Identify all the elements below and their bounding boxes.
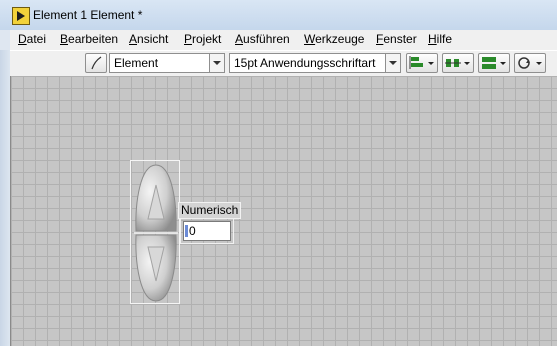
left-strip [0,50,10,346]
text-cursor [185,225,188,237]
numeric-stepper[interactable] [134,163,178,303]
menu-bearbeiten[interactable]: Bearbeiten [60,32,118,46]
font-dropdown[interactable]: 15pt Anwendungsschriftart [229,53,401,73]
resize-objects-button[interactable] [478,53,510,73]
color-tool-button[interactable] [85,53,107,73]
labview-app-icon[interactable] [12,7,30,25]
chevron-down-icon [385,54,400,72]
front-panel-canvas[interactable] [10,76,557,346]
toolbar: Element 15pt Anwendungsschriftart [10,50,557,76]
align-objects-button[interactable] [406,53,438,73]
font-dropdown-value: 15pt Anwendungsschriftart [234,56,376,70]
resize-objects-icon [482,57,506,69]
menu-ausfuehren[interactable]: Ausführen [235,32,290,46]
reorder-icon [518,57,542,69]
numeric-input[interactable]: 0 [183,221,231,241]
align-objects-icon [409,56,434,69]
control-label[interactable]: Numerisch [178,202,241,219]
brush-icon [91,56,102,70]
menu-projekt[interactable]: Projekt [184,32,221,46]
menu-datei[interactable]: Datei [18,32,46,46]
menu-hilfe[interactable]: Hilfe [428,32,452,46]
window-title: Element 1 Element * [33,8,143,22]
title-bar: Element 1 Element * [0,0,557,31]
element-dropdown[interactable]: Element [109,53,225,73]
menu-fenster[interactable]: Fenster [376,32,417,46]
distribute-objects-button[interactable] [442,53,474,73]
element-dropdown-value: Element [114,56,159,70]
menu-ansicht[interactable]: Ansicht [129,32,168,46]
reorder-button[interactable] [514,53,546,73]
menu-bar: Datei Bearbeiten Ansicht Projekt Ausführ… [0,30,557,50]
distribute-objects-icon [445,59,470,67]
numeric-value: 0 [189,224,196,238]
menu-werkzeuge[interactable]: Werkzeuge [304,32,364,46]
chevron-down-icon [209,54,224,72]
